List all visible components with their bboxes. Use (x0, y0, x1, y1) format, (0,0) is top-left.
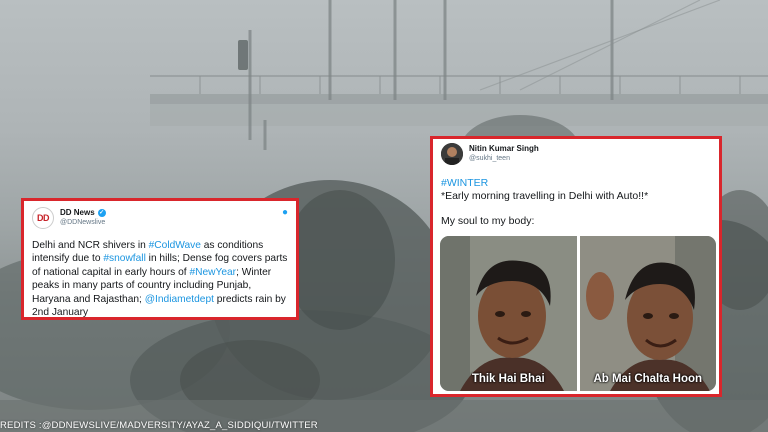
meme-caption: Thik Hai Bhai (471, 373, 545, 385)
dd-news-tweet-card: DD DD News ✓ @DDNewslive ● Delhi and NCR… (21, 198, 299, 320)
tweet-line-2: My soul to my body: (441, 215, 535, 227)
dd-logo-text: DD (37, 213, 50, 223)
meme-panel-left: Thik Hai Bhai (440, 236, 577, 391)
tweet-header: DD DD News ✓ @DDNewslive ● (32, 207, 288, 229)
meme-image-grid: Thik Hai Bhai Ab Mai Chalta Hoon (440, 236, 716, 391)
meme-panel-right: Ab Mai Chalta Hoon (579, 236, 716, 391)
dd-news-avatar: DD (32, 207, 54, 229)
display-name-text: DD News (60, 208, 95, 217)
user-handle: @DDNewslive (60, 219, 106, 226)
hashtag-link[interactable]: #WINTER (441, 177, 711, 190)
tweet-text: Delhi and NCR shivers in #ColdWave as co… (32, 239, 288, 319)
tweet-header: Nitin Kumar Singh @sukhi_teen (441, 143, 711, 165)
image-credits: REDITS :@DDNEWSLIVE/MADVERSITY/AYAZ_A_SI… (0, 420, 318, 431)
display-name: Nitin Kumar Singh (469, 144, 539, 153)
display-name: DD News ✓ (60, 208, 106, 218)
tweet-text-part: Delhi and NCR shivers in (32, 240, 149, 251)
hashtag-link[interactable]: #snowfall (103, 253, 145, 264)
meme-caption: Ab Mai Chalta Hoon (593, 373, 703, 385)
user-avatar (441, 143, 463, 165)
verified-badge-icon: ✓ (97, 209, 106, 217)
hashtag-link[interactable]: #NewYear (189, 267, 236, 278)
hashtag-link[interactable]: #ColdWave (149, 240, 201, 251)
tweet-line-1: *Early morning travelling in Delhi with … (441, 190, 649, 202)
user-handle: @sukhi_teen (469, 155, 510, 162)
mention-link[interactable]: @Indiametdept (145, 294, 214, 305)
nitin-tweet-card: Nitin Kumar Singh @sukhi_teen #WINTER *E… (430, 136, 722, 397)
twitter-bird-icon: ● (281, 207, 288, 218)
